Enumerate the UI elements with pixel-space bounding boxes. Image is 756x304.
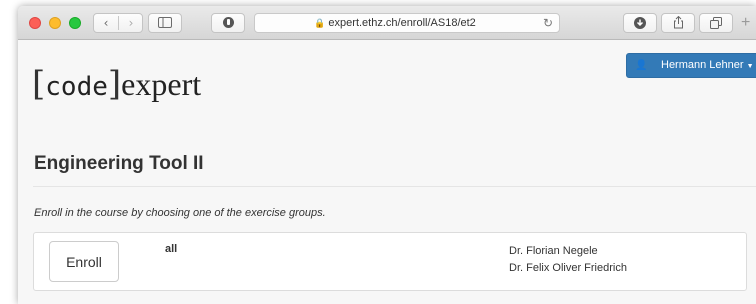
sidebar-toggle-button[interactable] — [148, 13, 182, 33]
logo-code-text: code — [45, 72, 108, 102]
assistant-name: Dr. Felix Oliver Friedrich — [509, 262, 627, 274]
browser-toolbar: ‹ › 🔒 expert.ethz.ch/enroll/AS18/et2 ↻ + — [18, 6, 756, 40]
browser-window: ‹ › 🔒 expert.ethz.ch/enroll/AS18/et2 ↻ +… — [18, 6, 756, 304]
reload-icon[interactable]: ↻ — [543, 14, 553, 32]
zoom-window-button[interactable] — [69, 17, 81, 29]
assistant-name: Dr. Florian Negele — [509, 245, 598, 257]
minimize-window-button[interactable] — [49, 17, 61, 29]
logo-right-bracket: ] — [107, 64, 122, 104]
sidebar-icon — [158, 17, 172, 28]
privacy-button[interactable] — [211, 13, 245, 33]
share-icon — [673, 15, 683, 29]
user-name: Hermann Lehner — [661, 59, 744, 71]
caret-down-icon: ▼ — [746, 63, 754, 70]
lock-icon: 🔒 — [314, 18, 326, 28]
new-tab-icon[interactable]: + — [741, 14, 750, 32]
group-assistants: Dr. Florian Negele Dr. Felix Oliver Frie… — [509, 243, 627, 277]
page-title: Engineering Tool II — [34, 153, 204, 174]
page-content: 👤 Hermann Lehner ▼ [code]expert Engineeri… — [18, 40, 756, 304]
logo-left-bracket: [ — [32, 64, 46, 104]
share-button[interactable] — [661, 13, 695, 33]
address-field[interactable]: 🔒 expert.ethz.ch/enroll/AS18/et2 — [255, 14, 535, 32]
user-icon: 👤 — [635, 60, 648, 71]
logo-expert-text: expert — [121, 66, 202, 102]
group-name: all — [165, 243, 178, 255]
shield-icon — [222, 17, 234, 28]
user-menu-button[interactable]: 👤 Hermann Lehner ▼ — [626, 53, 756, 78]
divider — [33, 186, 756, 187]
code-expert-logo[interactable]: [code]expert — [32, 64, 201, 107]
show-tabs-button[interactable] — [699, 13, 733, 33]
downloads-button[interactable] — [623, 13, 657, 33]
forward-icon[interactable]: › — [119, 14, 143, 32]
url-text: expert.ethz.ch/enroll/AS18/et2 — [328, 17, 476, 29]
navigation-buttons: ‹ › — [93, 13, 143, 33]
enroll-instructions: Enroll in the course by choosing one of … — [34, 207, 326, 219]
close-window-button[interactable] — [29, 17, 41, 29]
address-bar[interactable]: 🔒 expert.ethz.ch/enroll/AS18/et2 ↻ — [254, 13, 560, 33]
exercise-group-row: Enroll all Dr. Florian Negele Dr. Felix … — [33, 232, 747, 291]
download-icon — [634, 17, 646, 29]
tabs-icon — [710, 17, 722, 29]
enroll-button[interactable]: Enroll — [49, 241, 119, 282]
back-icon[interactable]: ‹ — [94, 14, 118, 32]
